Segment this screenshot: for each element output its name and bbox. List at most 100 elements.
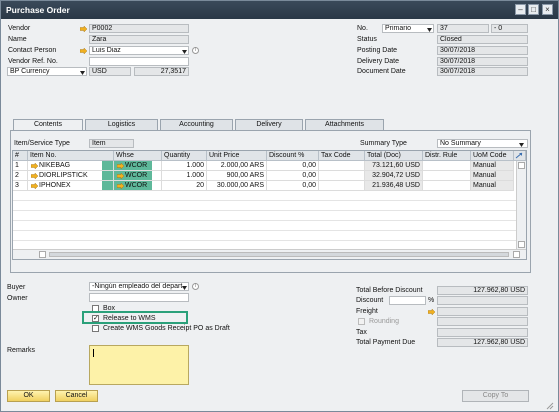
link-arrow-icon[interactable] [117, 183, 124, 189]
horizontal-scrollbar[interactable] [13, 249, 526, 259]
unit-price-cell[interactable]: 2.000,00 ARS [207, 161, 267, 171]
tax-code-cell[interactable] [319, 171, 365, 181]
link-arrow-icon[interactable] [31, 183, 38, 189]
column-header[interactable]: Tax Code [319, 151, 365, 161]
bp-currency-select[interactable]: BP Currency [7, 67, 87, 76]
vertical-scrollbar[interactable] [516, 161, 526, 249]
item-no-cell[interactable]: NIKEBAG [28, 161, 114, 171]
chevron-down-icon[interactable] [182, 49, 187, 54]
discount-cell[interactable]: 0,00 [267, 171, 319, 181]
buyer-label: Buyer [7, 284, 26, 291]
chevron-down-icon[interactable] [427, 27, 432, 32]
unit-price-cell[interactable]: 900,00 ARS [207, 171, 267, 181]
empty-row[interactable] [13, 231, 526, 241]
quantity-cell[interactable]: 1.000 [162, 171, 207, 181]
status-field: Closed [437, 35, 528, 44]
link-arrow-icon[interactable] [428, 309, 435, 315]
link-arrow-icon[interactable] [31, 173, 38, 179]
tax-field [437, 328, 528, 337]
column-header[interactable]: Discount % [267, 151, 319, 161]
link-arrow-icon[interactable] [117, 173, 124, 179]
item-no-cell[interactable]: IPHONEX [28, 181, 114, 191]
column-settings-icon[interactable] [514, 151, 526, 161]
column-header[interactable]: Item No. [28, 151, 114, 161]
discount-cell[interactable]: 0,00 [267, 161, 319, 171]
release-wms-checkbox[interactable]: ✓ [92, 315, 99, 322]
column-header[interactable]: UoM Code [471, 151, 514, 161]
tab-accounting[interactable]: Accounting [160, 119, 233, 130]
column-header[interactable]: # [13, 151, 28, 161]
tax-code-cell[interactable] [319, 181, 365, 191]
currency-code-field[interactable]: USD [89, 67, 131, 76]
minimize-icon[interactable]: – [515, 4, 526, 15]
column-header[interactable]: Unit Price [207, 151, 267, 161]
empty-row[interactable] [13, 211, 526, 221]
quantity-cell[interactable]: 1.000 [162, 161, 207, 171]
row-number: 3 [13, 181, 28, 191]
column-header[interactable]: Whse [114, 151, 162, 161]
column-header[interactable]: Total (Doc) [365, 151, 423, 161]
distr-rule-cell[interactable] [423, 181, 471, 191]
scroll-thumb[interactable] [49, 252, 509, 257]
info-circle-icon[interactable]: i [192, 47, 199, 54]
buyer-select[interactable]: -Ningún empleado del depart [89, 282, 189, 291]
vendor-ref-field[interactable] [89, 57, 189, 66]
row-number: 1 [13, 161, 28, 171]
empty-row[interactable] [13, 221, 526, 231]
scroll-up-icon[interactable] [518, 162, 525, 169]
item-type-select[interactable]: Item [89, 139, 134, 148]
discount-percent-field[interactable] [389, 296, 426, 305]
info-circle-icon[interactable]: i [192, 283, 199, 290]
scroll-right-icon[interactable] [513, 251, 520, 258]
chevron-down-icon[interactable] [182, 285, 187, 290]
link-arrow-icon[interactable] [80, 48, 87, 54]
discount-cell[interactable]: 0,00 [267, 181, 319, 191]
delivery-date-field[interactable]: 30/07/2018 [437, 57, 528, 66]
resize-grip-icon[interactable] [546, 402, 554, 410]
name-field[interactable]: Zara [89, 35, 189, 44]
contact-person-select[interactable]: Luis Diaz [89, 46, 189, 55]
empty-row[interactable] [13, 201, 526, 211]
discount-amount-field[interactable] [437, 296, 528, 305]
ok-button[interactable]: OK [7, 390, 50, 402]
rounding-checkbox[interactable] [358, 318, 365, 325]
currency-rate-field[interactable]: 27,3517 [134, 67, 189, 76]
freight-field[interactable] [437, 307, 528, 316]
tab-delivery[interactable]: Delivery [235, 119, 303, 130]
wms-receipt-checkbox[interactable] [92, 325, 99, 332]
distr-rule-cell[interactable] [423, 171, 471, 181]
discount-label: Discount [356, 297, 384, 304]
column-header[interactable]: Distr. Rule [423, 151, 471, 161]
scroll-down-icon[interactable] [518, 241, 525, 248]
maximize-icon[interactable]: □ [528, 4, 539, 15]
link-arrow-icon[interactable] [117, 163, 124, 169]
vendor-field[interactable]: P0002 [89, 24, 189, 33]
posting-date-field[interactable]: 30/07/2018 [437, 46, 528, 55]
copy-to-button[interactable]: Copy To [462, 390, 529, 402]
vendor-label: Vendor [8, 25, 31, 32]
distr-rule-cell[interactable] [423, 161, 471, 171]
link-arrow-icon[interactable] [80, 26, 87, 32]
unit-price-cell[interactable]: 30.000,00 ARS [207, 181, 267, 191]
tab-logistics[interactable]: Logistics [85, 119, 158, 130]
scroll-left-icon[interactable] [39, 251, 46, 258]
summary-type-select[interactable]: No Summary [437, 139, 528, 148]
empty-row[interactable] [13, 191, 526, 201]
doc-number-field[interactable]: 37 [437, 24, 489, 33]
doc-number-suffix: - 0 [491, 24, 528, 33]
quantity-cell[interactable]: 20 [162, 181, 207, 191]
cancel-button[interactable]: Cancel [55, 390, 98, 402]
owner-field[interactable] [89, 293, 189, 302]
tax-code-cell[interactable] [319, 161, 365, 171]
link-arrow-icon[interactable] [31, 163, 38, 169]
tab-attachments[interactable]: Attachments [305, 119, 384, 130]
close-icon[interactable]: × [542, 4, 553, 15]
chevron-down-icon[interactable] [80, 70, 85, 75]
title-bar: Purchase Order [1, 1, 558, 19]
chevron-down-icon[interactable] [519, 142, 524, 147]
tax-label: Tax [356, 329, 367, 336]
document-date-field[interactable]: 30/07/2018 [437, 67, 528, 76]
column-header[interactable]: Quantity [162, 151, 207, 161]
remarks-textarea[interactable] [89, 345, 189, 385]
item-no-cell[interactable]: DIORLIPSTICK [28, 171, 114, 181]
